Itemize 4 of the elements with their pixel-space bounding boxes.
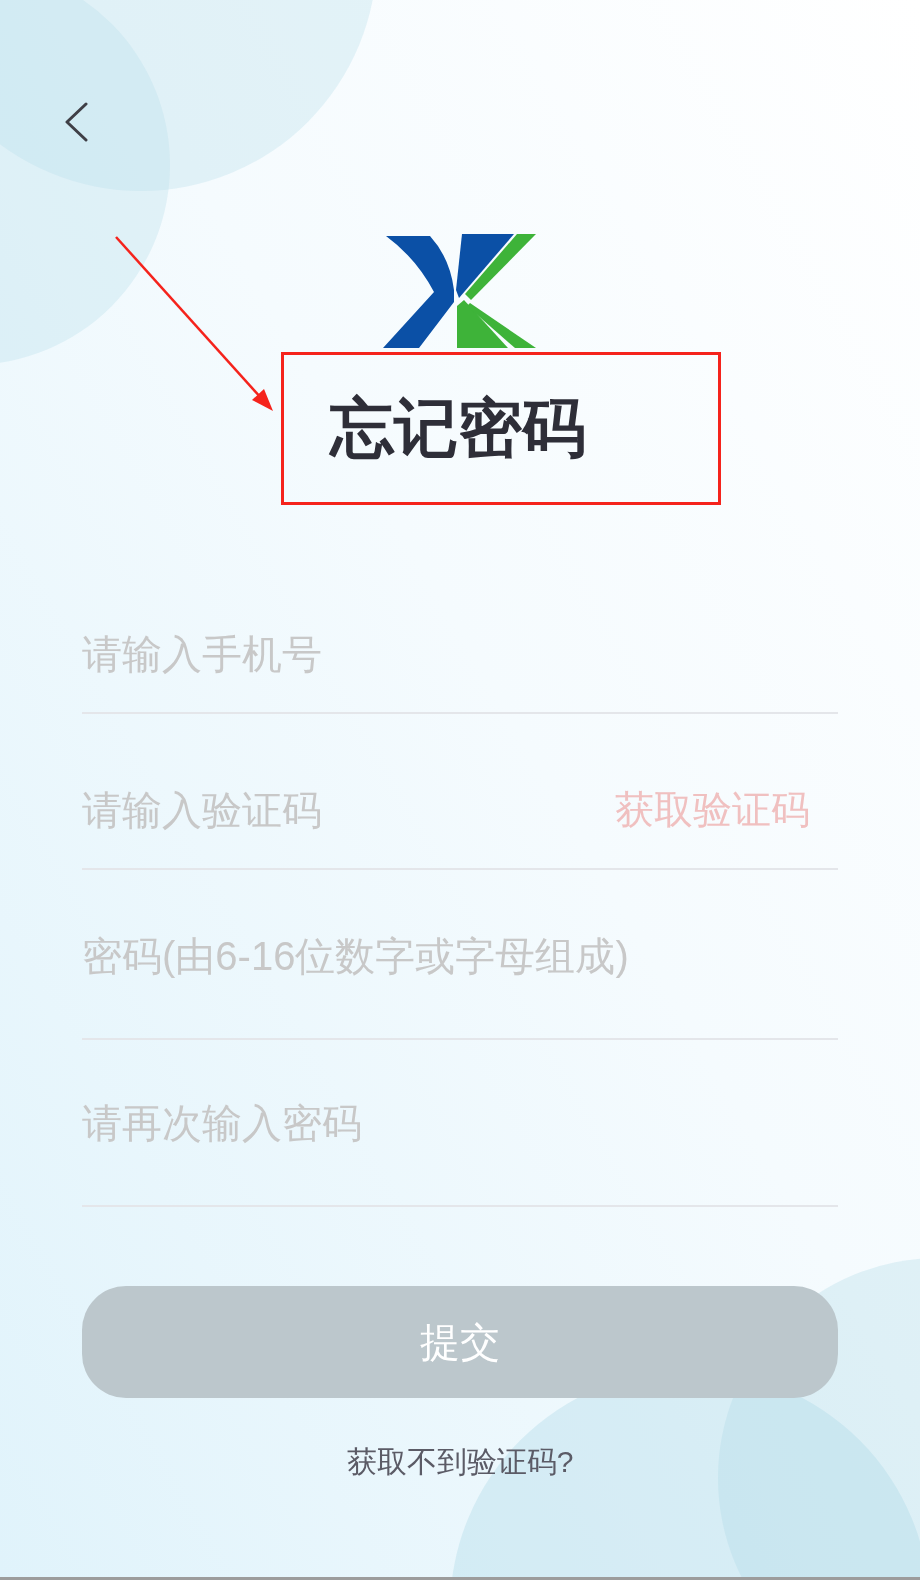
page-title: 忘记密码	[330, 391, 586, 467]
help-link[interactable]: 获取不到验证码?	[346, 1444, 574, 1480]
back-chevron-icon	[64, 102, 88, 142]
get-code-button[interactable]: 获取验证码	[615, 786, 810, 834]
